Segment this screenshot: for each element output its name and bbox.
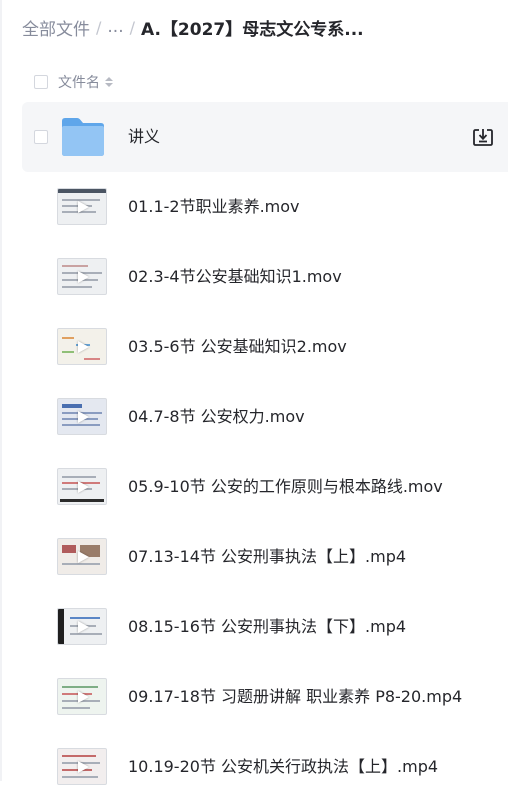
video-thumbnail	[57, 258, 107, 295]
file-row[interactable]: 03.5-6节 公安基础知识2.mov	[22, 312, 508, 382]
download-icon[interactable]	[472, 126, 494, 148]
row-checkbox[interactable]	[34, 130, 48, 144]
file-name: 04.7-8节 公安权力.mov	[128, 407, 305, 426]
file-row[interactable]: 01.1-2节职业素养.mov	[22, 172, 508, 242]
file-name: 08.15-16节 公安刑事执法【下】.mp4	[128, 617, 407, 636]
breadcrumb-ellipsis[interactable]: ...	[107, 17, 123, 37]
file-row[interactable]: 09.17-18节 习题册讲解 职业素养 P8-20.mp4	[22, 662, 508, 732]
file-row[interactable]: 04.7-8节 公安权力.mov	[22, 382, 508, 452]
play-icon	[78, 550, 89, 563]
file-row[interactable]: 02.3-4节公安基础知识1.mov	[22, 242, 508, 312]
play-icon	[78, 410, 89, 423]
play-icon	[78, 690, 89, 703]
breadcrumb-root[interactable]: 全部文件	[22, 15, 90, 40]
folder-icon	[62, 118, 104, 156]
video-thumbnail	[57, 608, 107, 645]
breadcrumb: 全部文件 / ... / A.【2027】母志文公专系...	[22, 14, 502, 40]
breadcrumb-separator: /	[96, 17, 102, 37]
column-header-filename[interactable]: 文件名	[58, 72, 100, 92]
file-row[interactable]: 07.13-14节 公安刑事执法【上】.mp4	[22, 522, 508, 592]
play-icon	[78, 760, 89, 773]
video-thumbnail	[57, 748, 107, 785]
file-name: 03.5-6节 公安基础知识2.mov	[128, 337, 347, 356]
video-thumbnail	[57, 468, 107, 505]
file-row[interactable]: 08.15-16节 公安刑事执法【下】.mp4	[22, 592, 508, 662]
play-icon	[78, 480, 89, 493]
breadcrumb-current: A.【2027】母志文公专系...	[141, 19, 364, 40]
play-icon	[78, 200, 89, 213]
select-all-checkbox[interactable]	[34, 75, 48, 89]
video-thumbnail	[57, 328, 107, 365]
folder-name: 讲义	[128, 127, 161, 146]
breadcrumb-separator: /	[129, 17, 135, 37]
folder-row[interactable]: 讲义	[22, 102, 508, 172]
file-list: 讲义 01.1-2节职业素养.mov 02.3-4节公安基础知识1.mov 03…	[22, 102, 508, 802]
file-list-header: 文件名	[22, 66, 508, 98]
play-icon	[78, 340, 89, 353]
file-name: 02.3-4节公安基础知识1.mov	[128, 267, 342, 286]
file-name: 07.13-14节 公安刑事执法【上】.mp4	[128, 547, 407, 566]
video-thumbnail	[57, 678, 107, 715]
sort-icon[interactable]	[105, 77, 113, 87]
play-icon	[78, 270, 89, 283]
file-row[interactable]: 10.19-20节 公安机关行政执法【上】.mp4	[22, 732, 508, 802]
left-divider	[0, 0, 2, 781]
file-name: 05.9-10节 公安的工作原则与根本路线.mov	[128, 477, 443, 496]
video-thumbnail	[57, 398, 107, 435]
video-thumbnail	[57, 538, 107, 575]
play-icon	[78, 620, 89, 633]
file-name: 01.1-2节职业素养.mov	[128, 197, 300, 216]
file-name: 10.19-20节 公安机关行政执法【上】.mp4	[128, 757, 439, 776]
video-thumbnail	[57, 188, 107, 225]
file-name: 09.17-18节 习题册讲解 职业素养 P8-20.mp4	[128, 687, 463, 706]
file-row[interactable]: 05.9-10节 公安的工作原则与根本路线.mov	[22, 452, 508, 522]
